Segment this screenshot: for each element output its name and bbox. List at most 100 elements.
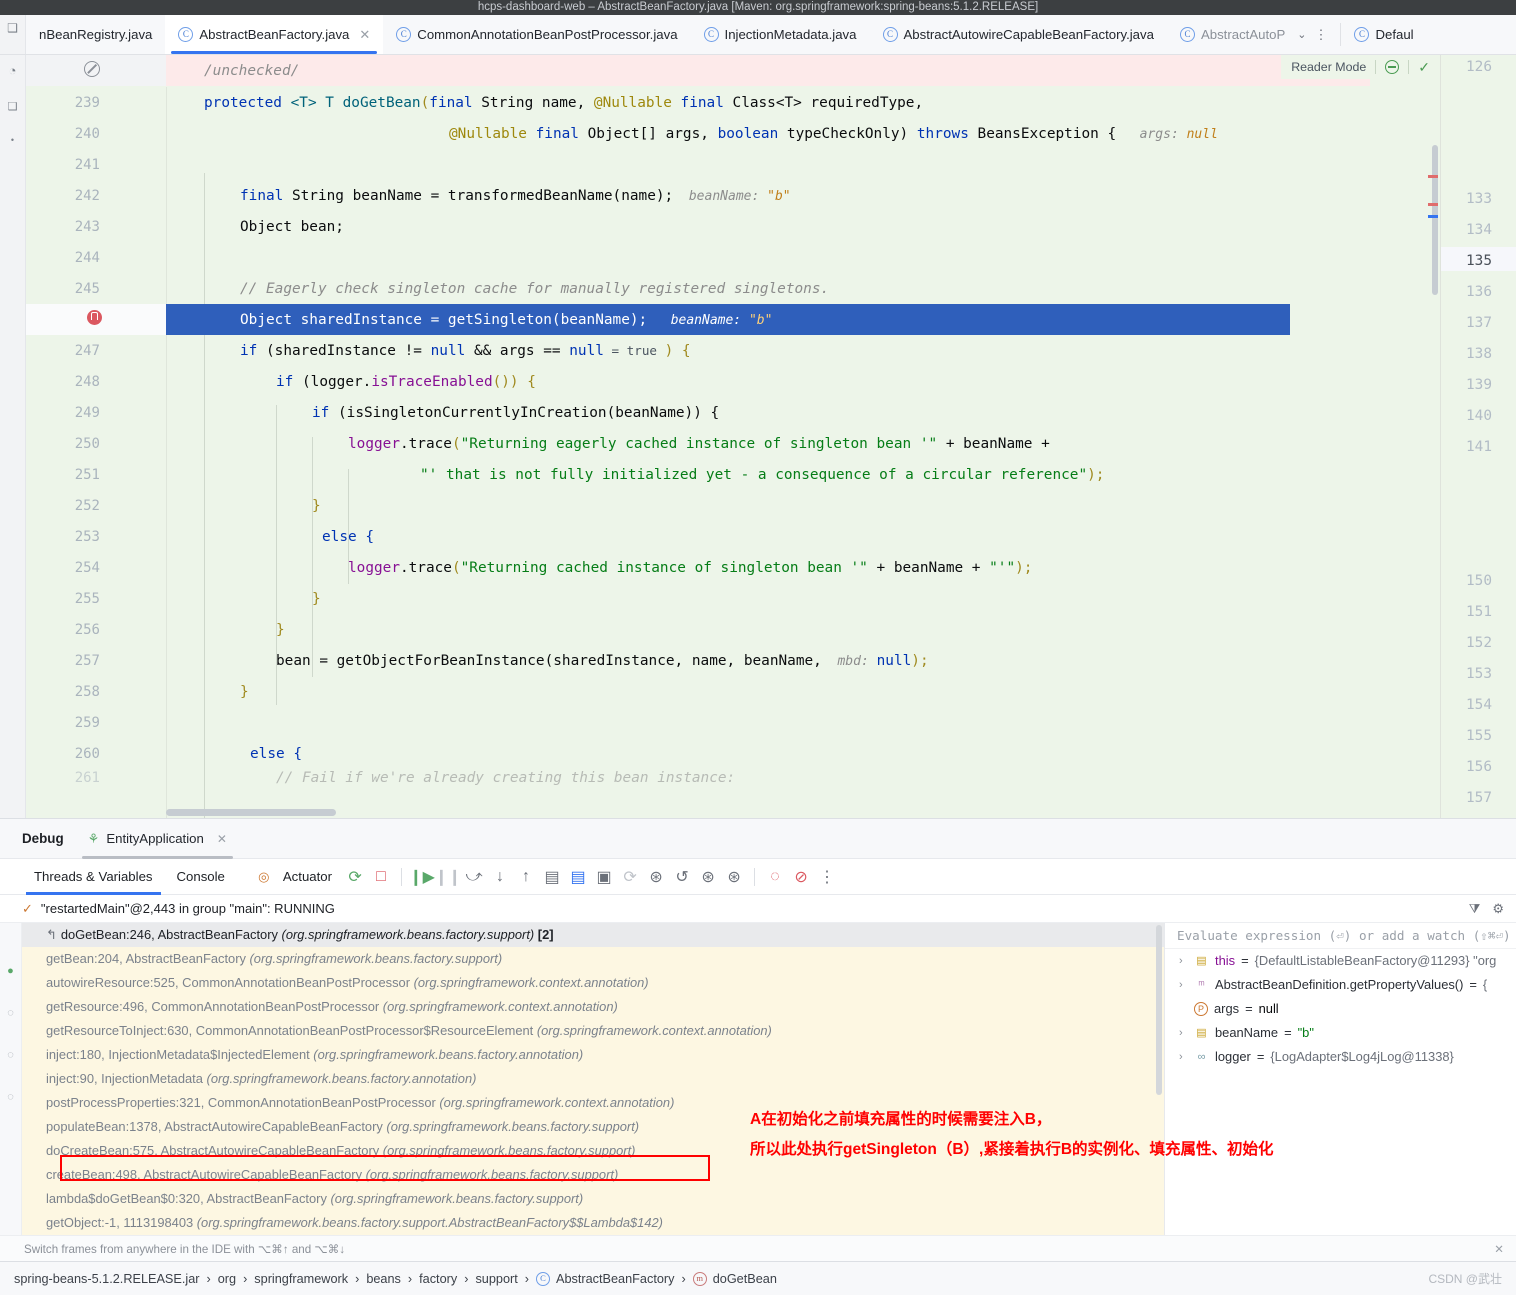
no-entry-icon[interactable]	[66, 60, 100, 81]
vertical-scrollbar[interactable]	[1432, 145, 1438, 295]
breadcrumb-support[interactable]: support	[475, 1272, 517, 1286]
tab-abstractautop[interactable]: C AbstractAutoP ⌄ ⋮	[1167, 15, 1341, 54]
tab-abstractbeanregistry[interactable]: nBeanRegistry.java	[26, 15, 165, 54]
breadcrumb-org[interactable]: org	[218, 1272, 236, 1286]
frame-row-active[interactable]: ↰ doGetBean:246, AbstractBeanFactory (org…	[22, 923, 1164, 947]
bookmarks-icon[interactable]: ◔	[9, 63, 17, 78]
call-stack-frames[interactable]: ↰ doGetBean:246, AbstractBeanFactory (org…	[22, 923, 1165, 1261]
code-line-258[interactable]: 258 }	[26, 676, 1440, 707]
breadcrumb-method[interactable]: m doGetBean	[692, 1271, 777, 1286]
close-icon[interactable]: ✕	[217, 832, 227, 846]
code-line-257[interactable]: 257 bean = getObjectForBeanInstance(shar…	[26, 645, 1440, 676]
breadcrumb-springframework[interactable]: springframework	[254, 1272, 348, 1286]
code-line-250[interactable]: 250 logger.trace("Returning eagerly cach…	[26, 428, 1440, 459]
reset-icon[interactable]: ↺	[671, 866, 693, 888]
code-line-248[interactable]: 248 if (logger.isTraceEnabled()) {	[26, 366, 1440, 397]
thread-selector[interactable]: ✓ "restartedMain"@2,443 in group "main":…	[0, 895, 1516, 923]
settings-dots-icon[interactable]: ⊛	[645, 866, 667, 888]
project-tool-icon[interactable]: ❑	[7, 21, 18, 35]
breakpoint-icon[interactable]	[68, 310, 102, 329]
tab-default[interactable]: C Defaul	[1341, 15, 1426, 54]
debug-session-tab[interactable]: ⚘ EntityApplication ✕	[80, 819, 235, 859]
frame-row[interactable]: autowireResource:525, CommonAnnotationBe…	[22, 971, 1164, 995]
frame-row[interactable]: createBean:498, AbstractAutowireCapableB…	[22, 1163, 1164, 1187]
horizontal-scrollbar[interactable]	[166, 809, 336, 816]
variable-row-this[interactable]: › ▤ this = {DefaultListableBeanFactory@1…	[1165, 949, 1516, 973]
threads-icon[interactable]: ●	[7, 965, 14, 977]
frame-row[interactable]: getResource:496, CommonAnnotationBeanPos…	[22, 995, 1164, 1019]
current-line-marker[interactable]	[1428, 215, 1438, 218]
show-execution-point-icon[interactable]: ▤	[567, 866, 589, 888]
code-line-241[interactable]: 241	[26, 149, 1440, 180]
chevron-right-icon[interactable]: ›	[1179, 1021, 1188, 1045]
evaluate-expression-icon[interactable]: ▤	[541, 866, 563, 888]
step-into-icon[interactable]: ↓	[489, 866, 511, 888]
frame-row[interactable]: getResourceToInject:630, CommonAnnotatio…	[22, 1019, 1164, 1043]
step-out-icon[interactable]: ↑	[515, 866, 537, 888]
inspections-off-icon[interactable]	[1385, 60, 1400, 74]
resume-program-icon[interactable]: ❙▶	[409, 866, 435, 888]
code-line-243[interactable]: 243 Object bean;	[26, 211, 1440, 242]
mute-breakpoints-icon[interactable]: ⊘	[790, 866, 812, 888]
breadcrumb-factory[interactable]: factory	[419, 1272, 457, 1286]
frame-row[interactable]: getObject:-1, 1113198403 (org.springfram…	[22, 1211, 1164, 1235]
frames-filter-icon[interactable]: ◌	[7, 1049, 14, 1061]
close-icon[interactable]: ✕	[359, 27, 370, 43]
structure-icon[interactable]: ❑	[8, 100, 18, 113]
frames-more-icon[interactable]: ◌	[7, 1091, 14, 1103]
step-over-icon[interactable]: ⤻	[463, 866, 485, 888]
more-dots-icon[interactable]: ⊛	[697, 866, 719, 888]
code-line-261[interactable]: 261 // Fail if we're already creating th…	[26, 769, 1440, 787]
frame-row[interactable]: getBean:204, AbstractBeanFactory (org.sp…	[22, 947, 1164, 971]
async-stack-icon[interactable]: ◌	[7, 1007, 14, 1019]
frame-row[interactable]: inject:180, InjectionMetadata$InjectedEl…	[22, 1043, 1164, 1067]
variables-panel[interactable]: Evaluate expression (⏎) or add a watch (…	[1165, 923, 1516, 1261]
frame-row[interactable]: lambda$doGetBean$0:320, AbstractBeanFact…	[22, 1187, 1164, 1211]
tab-threads-and-variables[interactable]: Threads & Variables	[22, 859, 165, 895]
chevron-right-icon[interactable]: ›	[1179, 949, 1188, 973]
frames-scrollbar[interactable]	[1156, 925, 1162, 1095]
restart-frame-icon[interactable]: ⟳	[619, 866, 641, 888]
variable-row-logger[interactable]: › ∞ logger = {LogAdapter$Log4jLog@11338}	[1165, 1045, 1516, 1069]
code-line-254[interactable]: 254 logger.trace("Returning cached insta…	[26, 552, 1440, 583]
view-breakpoints-icon[interactable]: ◌	[764, 866, 786, 888]
chevron-right-icon[interactable]: ›	[1179, 973, 1188, 997]
error-marker[interactable]	[1428, 175, 1438, 178]
variable-row-getpropertyvalues[interactable]: › ᵐ AbstractBeanDefinition.getPropertyVa…	[1165, 973, 1516, 997]
tab-commonannotationbeanpostprocessor[interactable]: C CommonAnnotationBeanPostProcessor.java	[383, 15, 690, 54]
filter-icon[interactable]: ⧩	[1469, 901, 1481, 917]
frame-row[interactable]: inject:90, InjectionMetadata (org.spring…	[22, 1067, 1164, 1091]
code-line-253[interactable]: 253 else {	[26, 521, 1440, 552]
code-line-251[interactable]: 251 "' that is not fully initialized yet…	[26, 459, 1440, 490]
close-icon[interactable]: ✕	[1494, 1242, 1516, 1256]
error-marker[interactable]	[1428, 203, 1438, 206]
variable-row-beanname[interactable]: › ▤ beanName = "b"	[1165, 1021, 1516, 1045]
evaluate-expression-input[interactable]: Evaluate expression (⏎) or add a watch (…	[1165, 923, 1516, 949]
no-problems-check-icon[interactable]: ✓	[1418, 59, 1430, 76]
thread-settings-icon[interactable]: ⚙	[1492, 901, 1504, 917]
variable-row-args[interactable]: P args = null	[1165, 997, 1516, 1021]
chevron-right-icon[interactable]: ›	[1179, 1045, 1188, 1069]
toolbar-overflow-icon[interactable]: ⋮	[816, 866, 838, 888]
breadcrumb-jar[interactable]: spring-beans-5.1.2.RELEASE.jar	[14, 1272, 199, 1286]
breadcrumb-beans[interactable]: beans	[366, 1272, 401, 1286]
code-line-244[interactable]: 244	[26, 242, 1440, 273]
pause-program-icon[interactable]: ❙❙	[435, 866, 462, 888]
code-line-245[interactable]: 245 // Eagerly check singleton cache for…	[26, 273, 1440, 304]
split-editor-line-numbers[interactable]: 126 133 134 135 136 137 138 139 140 141 …	[1440, 55, 1516, 818]
actuator-button[interactable]: ◎ Actuator	[251, 866, 332, 888]
code-line-255[interactable]: 255 }	[26, 583, 1440, 614]
chevron-down-icon[interactable]: ⌄	[1297, 28, 1306, 41]
code-line-unchecked[interactable]: /unchecked/	[26, 55, 1440, 86]
code-line-242[interactable]: 242 final String beanName = transformedB…	[26, 180, 1440, 211]
code-line-240[interactable]: 240 @Nullable final Object[] args, boole…	[26, 118, 1440, 149]
code-line-252[interactable]: 252 }	[26, 490, 1440, 521]
tab-abstractautowirecapablebeanfactory[interactable]: C AbstractAutowireCapableBeanFactory.jav…	[870, 15, 1167, 54]
code-line-247[interactable]: 247 if (sharedInstance != null && args =…	[26, 335, 1440, 366]
tab-console[interactable]: Console	[165, 859, 237, 895]
code-line-246[interactable]: Object sharedInstance = getSingleton(bea…	[26, 304, 1440, 335]
code-line-260[interactable]: 260 else {	[26, 738, 1440, 769]
code-line-259[interactable]: 259	[26, 707, 1440, 738]
snapshot-icon[interactable]: ▣	[593, 866, 615, 888]
tab-injectionmetadata[interactable]: C InjectionMetadata.java	[691, 15, 870, 54]
